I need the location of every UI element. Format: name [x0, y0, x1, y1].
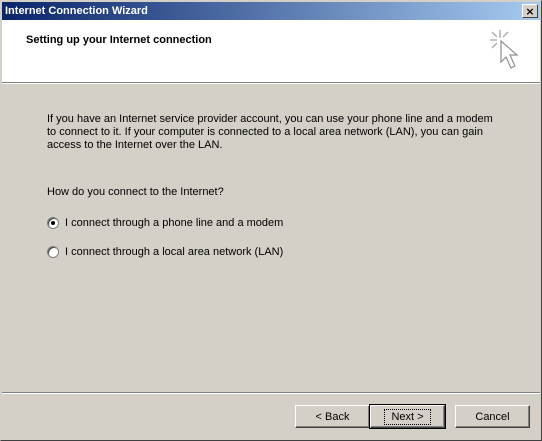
back-button[interactable]: < Back: [295, 405, 370, 428]
radio-lan[interactable]: [47, 246, 59, 258]
wizard-window: Internet Connection Wizard × Setting up …: [0, 0, 542, 441]
next-button[interactable]: Next >: [369, 404, 446, 429]
title-bar[interactable]: Internet Connection Wizard ×: [2, 2, 540, 20]
window-title: Internet Connection Wizard: [5, 5, 148, 17]
close-button[interactable]: ×: [522, 4, 538, 18]
cancel-button-label: Cancel: [475, 410, 510, 423]
header-divider: [2, 83, 540, 84]
option-lan-label[interactable]: I connect through a local area network (…: [65, 246, 283, 258]
option-phone-modem[interactable]: I connect through a phone line and a mod…: [47, 217, 283, 229]
next-button-label: Next >: [384, 408, 431, 425]
option-lan[interactable]: I connect through a local area network (…: [47, 246, 283, 258]
question-label: How do you connect to the Internet?: [47, 186, 224, 198]
footer-divider: [2, 392, 540, 394]
cancel-button[interactable]: Cancel: [455, 405, 530, 428]
wizard-header: Setting up your Internet connection: [2, 20, 540, 83]
back-button-label: < Back: [315, 410, 350, 423]
radio-phone-modem[interactable]: [47, 217, 59, 229]
description-text: If you have an Internet service provider…: [47, 113, 493, 151]
wizard-cursor-icon: [490, 30, 519, 69]
page-title: Setting up your Internet connection: [26, 34, 212, 46]
close-icon: ×: [525, 4, 535, 18]
option-phone-modem-label[interactable]: I connect through a phone line and a mod…: [65, 217, 283, 229]
